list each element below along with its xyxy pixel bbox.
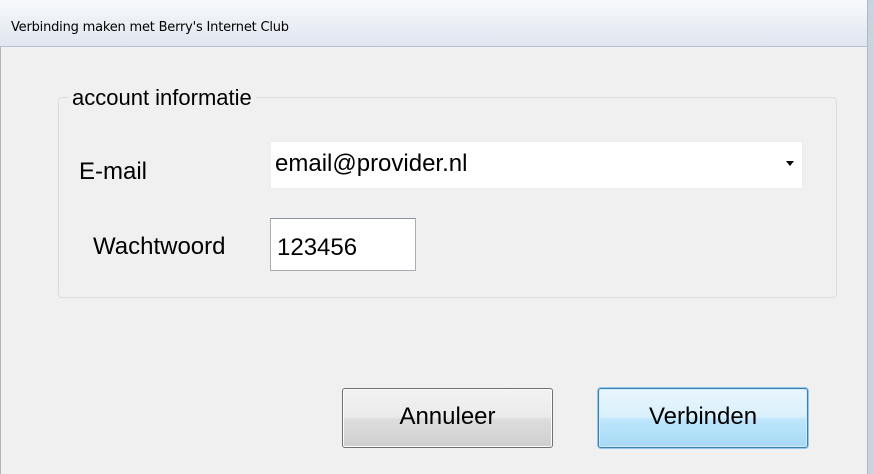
- cancel-button[interactable]: Annuleer: [342, 388, 553, 448]
- password-label: Wachtwoord: [93, 233, 226, 260]
- chevron-down-icon[interactable]: [786, 161, 794, 166]
- title-bar[interactable]: Verbinding maken met Berry's Internet Cl…: [0, 0, 873, 47]
- window-frame-right: [867, 0, 873, 474]
- email-combobox[interactable]: email@provider.nl: [270, 141, 803, 189]
- password-field[interactable]: [270, 218, 416, 271]
- dialog-window: Verbinding maken met Berry's Internet Cl…: [0, 0, 873, 474]
- window-frame-left: [0, 47, 9, 474]
- group-legend: account informatie: [68, 85, 256, 111]
- connect-button[interactable]: Verbinden: [598, 388, 808, 448]
- account-info-group: [58, 97, 837, 298]
- window-title: Verbinding maken met Berry's Internet Cl…: [11, 20, 289, 35]
- email-label: E-mail: [79, 158, 148, 185]
- email-value[interactable]: email@provider.nl: [275, 150, 467, 178]
